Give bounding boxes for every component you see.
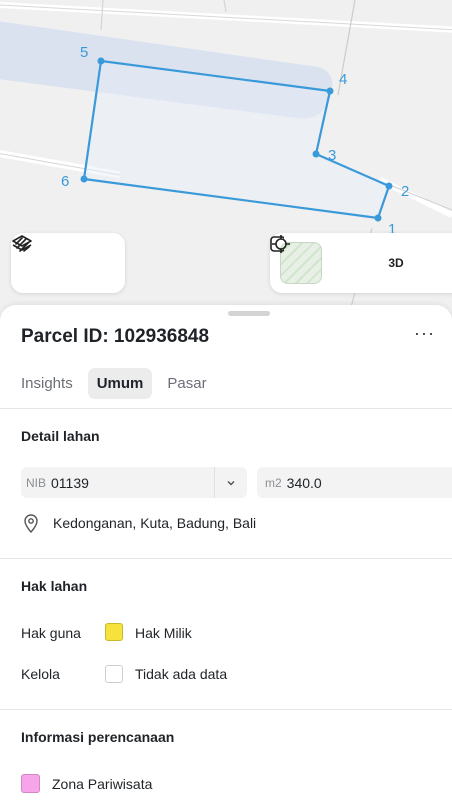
chevron-down-icon [227, 480, 235, 486]
zone-swatch [21, 774, 40, 793]
kelola-label: Kelola [21, 666, 60, 682]
section-title-hak-lahan: Hak lahan [21, 578, 88, 594]
section-title-informasi-perencanaan: Informasi perencanaan [21, 729, 175, 745]
map-toolbar-left [11, 233, 125, 293]
hak-guna-value: Hak Milik [135, 625, 192, 641]
draw-line-icon [15, 237, 30, 252]
more-options-button[interactable]: ··· [414, 323, 435, 344]
vertex-label-4: 4 [339, 71, 348, 88]
divider [0, 558, 452, 559]
tab-umum[interactable]: Umum [87, 368, 153, 399]
area-field[interactable]: m2 340.0 [257, 467, 452, 498]
kelola-swatch [105, 665, 123, 683]
parcel-sheet: Parcel ID: 102936848 ··· Insights Umum P… [0, 305, 452, 804]
square-icon [270, 236, 284, 252]
section-title-detail-lahan: Detail lahan [21, 428, 100, 444]
location-text: Kedonganan, Kuta, Badung, Bali [53, 515, 257, 531]
divider [0, 709, 452, 710]
hak-guna-label: Hak guna [21, 625, 81, 641]
view-3d-button[interactable]: 3D [374, 241, 418, 285]
vertex-label-2: 2 [401, 183, 410, 200]
area-value: 340.0 [286, 474, 322, 491]
nib-dropdown-button[interactable] [214, 467, 247, 498]
map-toolbar-right: 3D [270, 233, 452, 293]
area-prefix: m2 [265, 475, 282, 490]
sheet-grabber[interactable] [228, 311, 270, 316]
vertex-label-3: 3 [328, 147, 337, 164]
tab-pasar[interactable]: Pasar [158, 368, 215, 399]
tab-bar: Insights Umum Pasar [12, 368, 216, 399]
zone-label: Zona Pariwisata [52, 776, 153, 792]
location-pin-icon [24, 514, 38, 533]
divider [0, 408, 452, 409]
tab-insights[interactable]: Insights [12, 368, 82, 399]
vertex-label-6: 6 [61, 173, 70, 190]
kelola-value: Tidak ada data [135, 666, 228, 682]
nib-prefix: NIB [26, 475, 47, 490]
locate-button[interactable] [272, 235, 374, 285]
vertex-label-5: 5 [80, 44, 89, 61]
hak-guna-swatch [105, 623, 123, 641]
nib-value: 01139 [51, 474, 89, 491]
parcel-title: Parcel ID: 102936848 [21, 326, 210, 347]
map-view[interactable]: 1 2 3 4 5 6 3D [0, 0, 452, 330]
nib-field[interactable]: NIB 01139 [21, 467, 247, 498]
fullscreen-button[interactable] [270, 236, 438, 285]
location-row: Kedonganan, Kuta, Badung, Bali [22, 513, 256, 533]
draw-button[interactable] [15, 237, 114, 285]
